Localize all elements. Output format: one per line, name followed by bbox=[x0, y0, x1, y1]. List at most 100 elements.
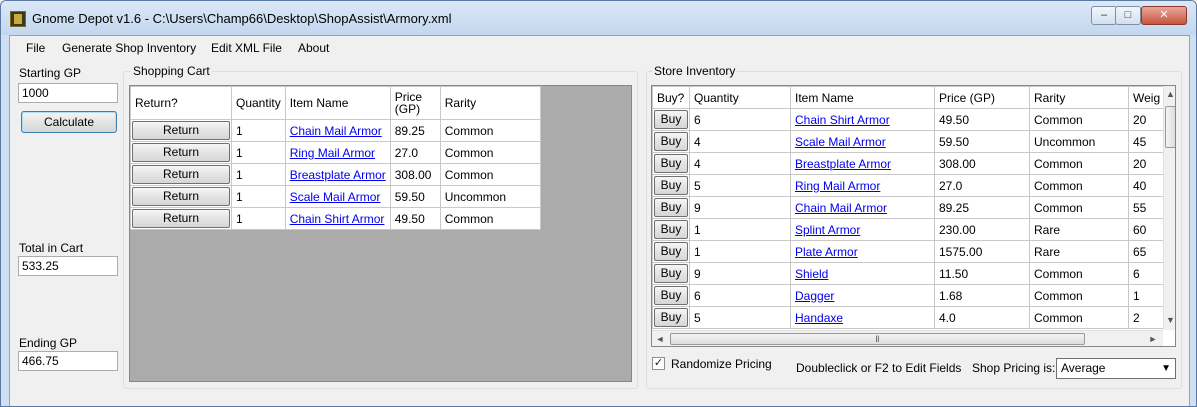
cart-quantity-cell[interactable]: 1 bbox=[231, 185, 286, 208]
inv-header-price[interactable]: Price (GP) bbox=[934, 86, 1030, 109]
randomize-pricing-checkbox[interactable]: ✓ bbox=[652, 357, 665, 370]
inv-quantity-cell[interactable]: 9 bbox=[689, 196, 791, 219]
menu-edit-xml-file[interactable]: Edit XML File bbox=[211, 41, 282, 55]
cart-header-price[interactable]: Price (GP) bbox=[389, 86, 441, 120]
inv-quantity-cell[interactable]: 5 bbox=[689, 174, 791, 197]
inv-rarity-cell[interactable]: Rare bbox=[1029, 218, 1129, 241]
inv-weight-cell[interactable]: 20 bbox=[1127, 108, 1166, 131]
buy-button[interactable]: Buy bbox=[654, 308, 688, 327]
return-button[interactable]: Return bbox=[132, 187, 230, 206]
inv-rarity-cell[interactable]: Common bbox=[1029, 306, 1129, 329]
inv-price-cell[interactable]: 230.00 bbox=[934, 218, 1030, 241]
scroll-left-icon[interactable]: ◄ bbox=[655, 334, 665, 344]
inv-item-link[interactable]: Ring Mail Armor bbox=[795, 179, 880, 193]
inv-weight-cell[interactable]: 40 bbox=[1127, 174, 1166, 197]
inv-quantity-cell[interactable]: 6 bbox=[689, 108, 791, 131]
buy-button[interactable]: Buy bbox=[654, 132, 688, 151]
inv-rarity-cell[interactable]: Common bbox=[1029, 196, 1129, 219]
inv-item-link[interactable]: Dagger bbox=[795, 289, 834, 303]
cart-quantity-cell[interactable]: 1 bbox=[231, 119, 286, 142]
inv-item-link[interactable]: Splint Armor bbox=[795, 223, 860, 237]
inv-header-rarity[interactable]: Rarity bbox=[1029, 86, 1129, 109]
cart-quantity-cell[interactable]: 1 bbox=[231, 163, 286, 186]
cart-price-cell[interactable]: 49.50 bbox=[389, 207, 441, 230]
scroll-up-icon[interactable]: ▲ bbox=[1164, 89, 1175, 99]
return-button[interactable]: Return bbox=[132, 143, 230, 162]
cart-price-cell[interactable]: 27.0 bbox=[389, 141, 441, 164]
inv-quantity-cell[interactable]: 5 bbox=[689, 306, 791, 329]
inv-weight-cell[interactable]: 60 bbox=[1127, 218, 1166, 241]
scroll-right-icon[interactable]: ► bbox=[1148, 334, 1158, 344]
inv-header-quantity[interactable]: Quantity bbox=[689, 86, 791, 109]
inv-rarity-cell[interactable]: Common bbox=[1029, 284, 1129, 307]
menu-about[interactable]: About bbox=[298, 41, 329, 55]
inv-price-cell[interactable]: 49.50 bbox=[934, 108, 1030, 131]
cart-price-cell[interactable]: 89.25 bbox=[389, 119, 441, 142]
cart-price-cell[interactable]: 59.50 bbox=[389, 185, 441, 208]
cart-item-link[interactable]: Breastplate Armor bbox=[290, 168, 386, 182]
inv-price-cell[interactable]: 1575.00 bbox=[934, 240, 1030, 263]
inv-item-link[interactable]: Chain Shirt Armor bbox=[795, 113, 890, 127]
maximize-button[interactable]: □ bbox=[1115, 6, 1141, 25]
cart-header-return[interactable]: Return? bbox=[130, 86, 232, 120]
inv-item-link[interactable]: Scale Mail Armor bbox=[795, 135, 886, 149]
cart-item-link[interactable]: Chain Mail Armor bbox=[290, 124, 382, 138]
inv-header-buy[interactable]: Buy? bbox=[652, 86, 690, 109]
inventory-vertical-scrollbar[interactable]: ▲ ▼ bbox=[1163, 86, 1175, 330]
total-in-cart-field[interactable]: 533.25 bbox=[18, 256, 118, 276]
inventory-horizontal-scrollbar[interactable]: ◄ Ⅱ ► bbox=[652, 330, 1163, 346]
minimize-button[interactable]: – bbox=[1091, 6, 1117, 25]
buy-button[interactable]: Buy bbox=[654, 110, 688, 129]
cart-rarity-cell[interactable]: Common bbox=[439, 207, 541, 230]
inv-price-cell[interactable]: 4.0 bbox=[934, 306, 1030, 329]
cart-rarity-cell[interactable]: Common bbox=[439, 163, 541, 186]
cart-rarity-cell[interactable]: Common bbox=[439, 119, 541, 142]
inv-quantity-cell[interactable]: 4 bbox=[689, 152, 791, 175]
close-button[interactable]: ✕ bbox=[1141, 6, 1187, 25]
scroll-down-icon[interactable]: ▼ bbox=[1164, 315, 1175, 325]
return-button[interactable]: Return bbox=[132, 209, 230, 228]
inv-rarity-cell[interactable]: Common bbox=[1029, 108, 1129, 131]
inv-header-item-name[interactable]: Item Name bbox=[790, 86, 935, 109]
inv-rarity-cell[interactable]: Common bbox=[1029, 152, 1129, 175]
inv-item-link[interactable]: Shield bbox=[795, 267, 828, 281]
ending-gp-field[interactable]: 466.75 bbox=[18, 351, 118, 371]
cart-header-item-name[interactable]: Item Name bbox=[284, 86, 391, 120]
cart-item-link[interactable]: Ring Mail Armor bbox=[290, 146, 375, 160]
vertical-scroll-thumb[interactable] bbox=[1165, 106, 1175, 148]
cart-rarity-cell[interactable]: Uncommon bbox=[439, 185, 541, 208]
inv-quantity-cell[interactable]: 9 bbox=[689, 262, 791, 285]
inv-price-cell[interactable]: 89.25 bbox=[934, 196, 1030, 219]
cart-header-rarity[interactable]: Rarity bbox=[439, 86, 541, 120]
menu-file[interactable]: File bbox=[26, 41, 45, 55]
inv-quantity-cell[interactable]: 1 bbox=[689, 240, 791, 263]
inv-weight-cell[interactable]: 45 bbox=[1127, 130, 1166, 153]
inv-item-link[interactable]: Plate Armor bbox=[795, 245, 858, 259]
inv-price-cell[interactable]: 308.00 bbox=[934, 152, 1030, 175]
inv-price-cell[interactable]: 59.50 bbox=[934, 130, 1030, 153]
calculate-button[interactable]: Calculate bbox=[21, 111, 117, 133]
return-button[interactable]: Return bbox=[132, 165, 230, 184]
inv-weight-cell[interactable]: 55 bbox=[1127, 196, 1166, 219]
inv-rarity-cell[interactable]: Common bbox=[1029, 174, 1129, 197]
inv-rarity-cell[interactable]: Rare bbox=[1029, 240, 1129, 263]
buy-button[interactable]: Buy bbox=[654, 220, 688, 239]
inv-weight-cell[interactable]: 65 bbox=[1127, 240, 1166, 263]
buy-button[interactable]: Buy bbox=[654, 242, 688, 261]
buy-button[interactable]: Buy bbox=[654, 176, 688, 195]
menu-generate-shop-inventory[interactable]: Generate Shop Inventory bbox=[62, 41, 196, 55]
buy-button[interactable]: Buy bbox=[654, 154, 688, 173]
cart-rarity-cell[interactable]: Common bbox=[439, 141, 541, 164]
inv-header-weight[interactable]: Weig bbox=[1127, 86, 1166, 109]
title-bar[interactable]: Gnome Depot v1.6 - C:\Users\Champ66\Desk… bbox=[1, 1, 1196, 35]
inv-rarity-cell[interactable]: Uncommon bbox=[1029, 130, 1129, 153]
return-button[interactable]: Return bbox=[132, 121, 230, 140]
buy-button[interactable]: Buy bbox=[654, 264, 688, 283]
cart-price-cell[interactable]: 308.00 bbox=[389, 163, 441, 186]
cart-item-link[interactable]: Scale Mail Armor bbox=[290, 190, 381, 204]
inv-quantity-cell[interactable]: 1 bbox=[689, 218, 791, 241]
cart-item-link[interactable]: Chain Shirt Armor bbox=[290, 212, 385, 226]
inv-rarity-cell[interactable]: Common bbox=[1029, 262, 1129, 285]
shop-pricing-select[interactable]: Average ▼ bbox=[1056, 358, 1176, 379]
inv-price-cell[interactable]: 11.50 bbox=[934, 262, 1030, 285]
